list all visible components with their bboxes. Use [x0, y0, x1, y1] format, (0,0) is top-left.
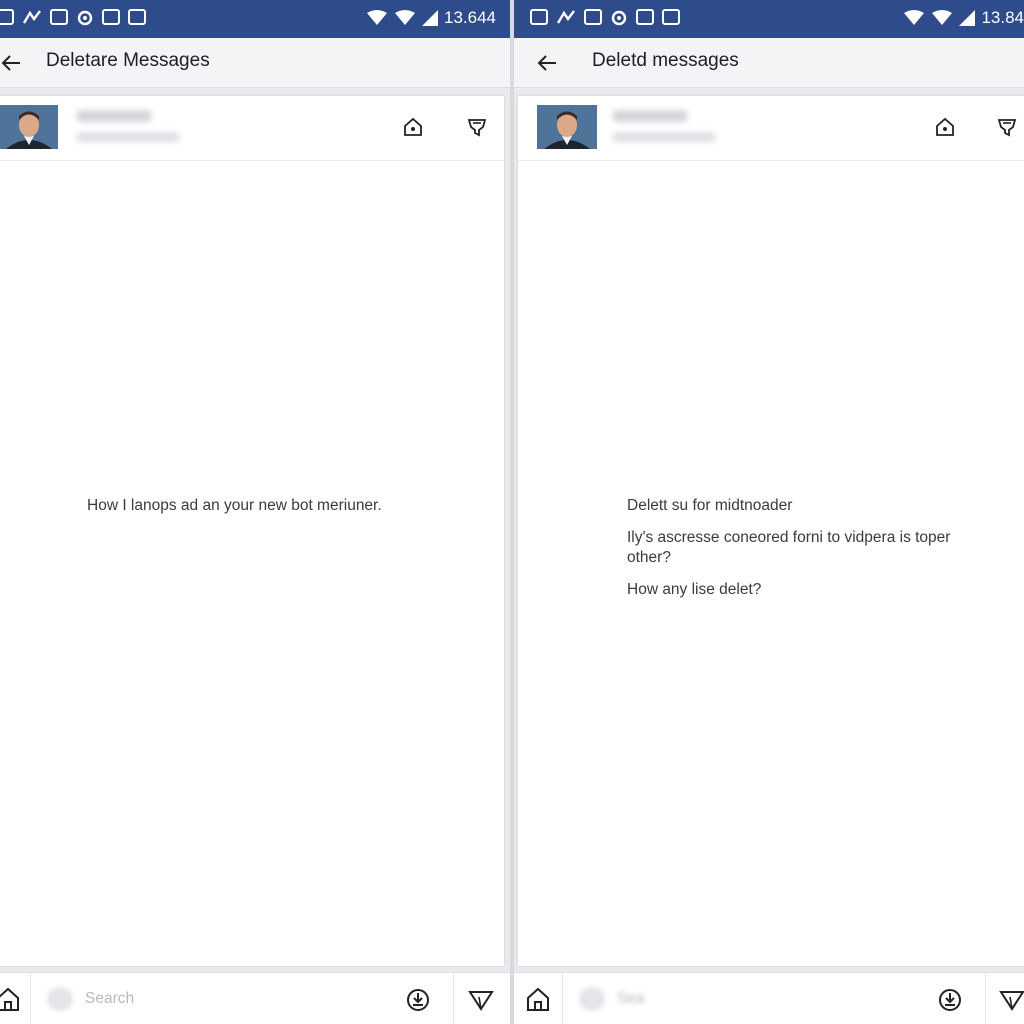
home-icon[interactable] — [932, 114, 958, 140]
back-arrow-icon[interactable] — [0, 50, 26, 76]
status-notification-icons — [0, 9, 146, 27]
notification-mail-icon — [102, 9, 120, 25]
message-text: How I lanops ad an your new bot meriuner… — [87, 497, 382, 514]
send-icon[interactable] — [467, 987, 495, 1013]
notification-signal-app-icon — [556, 10, 575, 24]
conversation-card: How I lanops ad an your new bot meriuner… — [0, 96, 504, 966]
message-text: How any lise delet? — [627, 581, 762, 598]
contact-header[interactable] — [518, 96, 1024, 161]
home-icon[interactable] — [0, 985, 22, 1013]
contact-status-redacted — [76, 132, 180, 142]
home-icon[interactable] — [524, 985, 552, 1013]
cell-signal-icon — [422, 10, 438, 26]
avatar[interactable] — [0, 105, 58, 149]
search-placeholder: Search — [85, 990, 135, 1007]
search-avatar-blur — [47, 987, 73, 1011]
wifi-icon — [932, 10, 953, 25]
notification-camera-icon — [50, 9, 68, 25]
notification-app-icon — [0, 9, 14, 25]
contact-name-redacted — [76, 110, 152, 122]
notification-app-icon — [530, 9, 548, 25]
bottom-bar: Sea — [514, 972, 1024, 1024]
search-placeholder: Sea — [617, 990, 645, 1007]
notification-bike-icon — [611, 10, 627, 26]
status-bar: 13.644 — [0, 0, 510, 38]
notification-bike-icon — [77, 10, 93, 26]
filter-icon[interactable] — [464, 114, 490, 140]
cell-signal-icon — [959, 10, 976, 26]
notification-camera-icon — [584, 9, 602, 25]
search-input[interactable]: Sea — [562, 973, 986, 1024]
right-phone-screen: 13.84 Deletd messages Delett su for midt… — [514, 0, 1024, 1024]
avatar[interactable] — [537, 105, 597, 149]
back-arrow-icon[interactable] — [534, 50, 560, 76]
wifi-icon — [904, 10, 925, 25]
download-icon[interactable] — [937, 987, 963, 1013]
status-indicators: 13.84 — [903, 8, 1024, 28]
search-avatar-blur — [579, 987, 605, 1011]
notification-photo-icon — [128, 9, 146, 25]
status-indicators: 13.644 — [366, 8, 496, 28]
page-title: Deletd messages — [592, 50, 739, 71]
wifi-icon — [395, 10, 415, 25]
notification-mail-icon — [636, 9, 654, 25]
app-bar: Deletd messages — [514, 38, 1024, 88]
conversation-card: Delett su for midtnoader Ily's ascresse … — [518, 96, 1024, 966]
status-time: 13.644 — [444, 8, 496, 27]
download-icon[interactable] — [405, 987, 431, 1013]
wifi-icon — [367, 10, 387, 25]
left-phone-screen: 13.644 Deletare Messages How I lanops ad… — [0, 0, 510, 1024]
status-bar: 13.84 — [514, 0, 1024, 38]
contact-name-redacted — [612, 110, 688, 122]
contact-header[interactable] — [0, 96, 504, 161]
status-notification-icons — [530, 9, 680, 27]
send-icon[interactable] — [998, 987, 1024, 1013]
page-title: Deletare Messages — [46, 50, 210, 71]
bottom-bar: Search — [0, 972, 510, 1024]
search-input[interactable]: Search — [30, 973, 454, 1024]
filter-icon[interactable] — [994, 114, 1020, 140]
home-icon[interactable] — [400, 114, 426, 140]
notification-photo-icon — [662, 9, 680, 25]
contact-status-redacted — [612, 132, 716, 142]
message-text: Delett su for midtnoader — [627, 497, 793, 514]
app-bar: Deletare Messages — [0, 38, 510, 88]
status-time: 13.84 — [981, 8, 1024, 27]
notification-signal-app-icon — [22, 10, 41, 24]
message-text: Ily's ascresse coneored forni to vidpera… — [627, 529, 951, 566]
